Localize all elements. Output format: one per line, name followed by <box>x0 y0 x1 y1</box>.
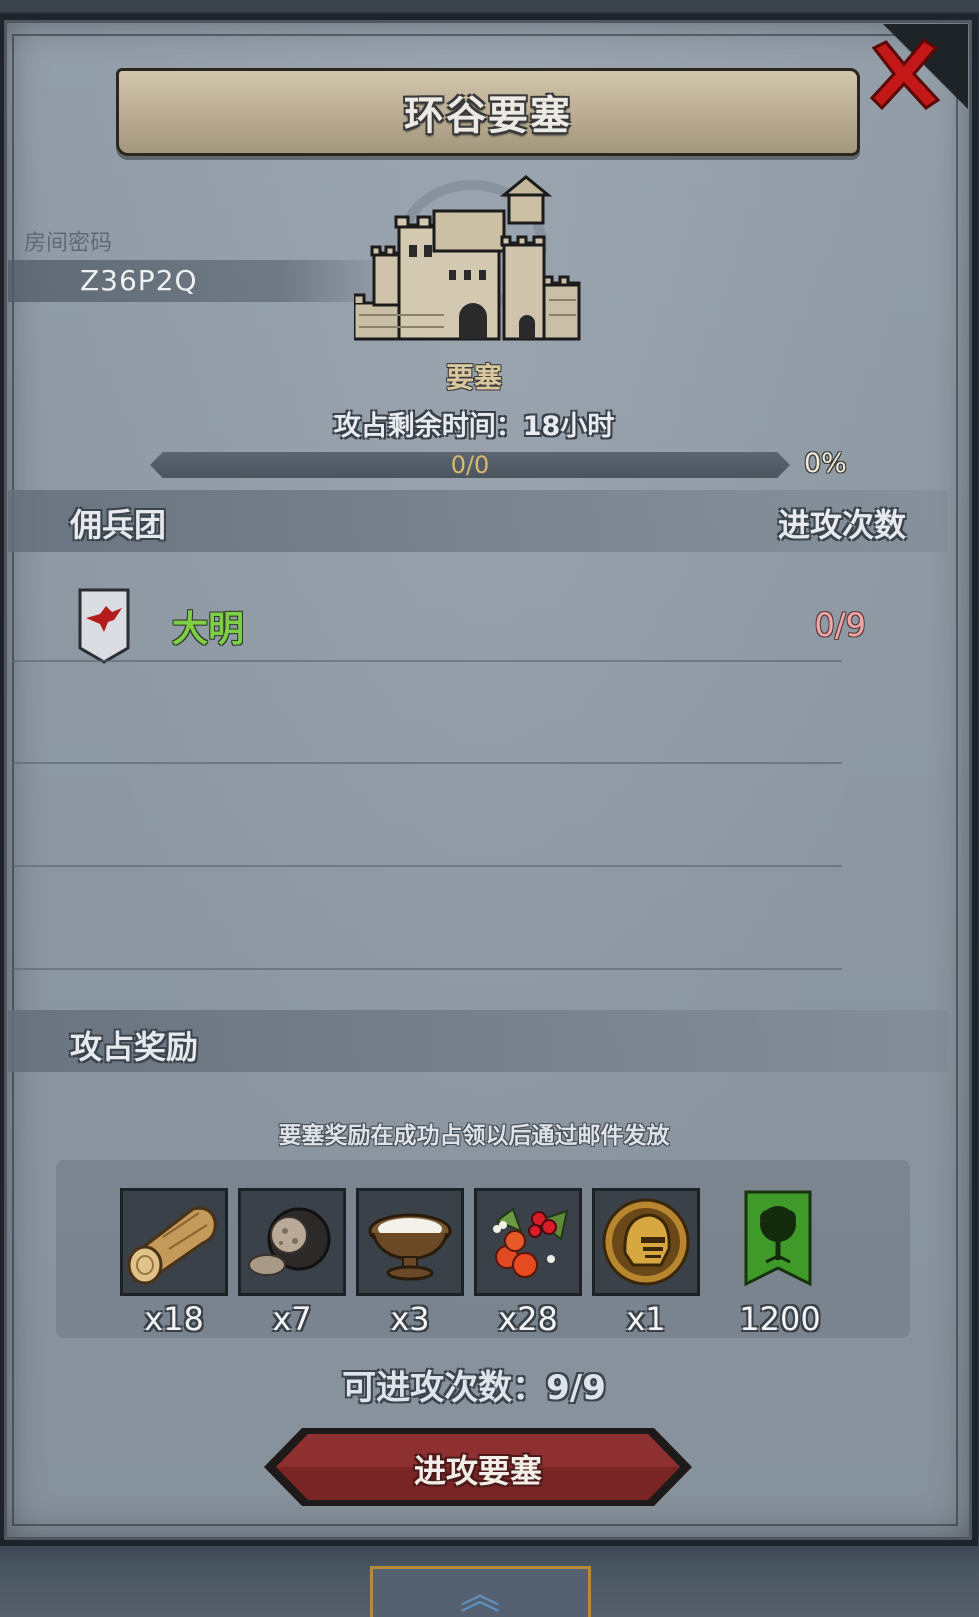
reward-qty: x7 <box>272 1300 312 1338</box>
reward-qty: x1 <box>626 1300 666 1338</box>
capture-progress-text: 0/0 <box>450 451 490 479</box>
row-divider <box>12 660 842 662</box>
row-divider <box>12 762 842 764</box>
row-divider <box>12 865 842 867</box>
row-divider <box>12 968 842 970</box>
room-code-label: 房间密码 <box>24 231 113 256</box>
truffle-icon <box>241 1191 343 1293</box>
title-banner: 环谷要塞 <box>116 68 860 156</box>
red-bird-shield-icon <box>78 588 130 664</box>
attack-fortress-button[interactable]: 进攻要塞 <box>262 1426 694 1508</box>
attempts-column-header: 进攻次数 <box>777 506 906 544</box>
room-code-value: Z36P2Q <box>80 264 198 297</box>
game-screen: ︽ 环谷要塞 房间密码 Z36P2Q 要塞 攻占剩余时间：18小时 0/0 0%… <box>0 0 979 1617</box>
wood-log-icon <box>123 1191 225 1293</box>
green-tree-banner-icon[interactable] <box>744 1190 812 1294</box>
reward-item-milk[interactable] <box>356 1188 464 1296</box>
rewards-section-title: 攻占奖励 <box>70 1028 199 1066</box>
berries-icon <box>477 1191 579 1293</box>
mercenary-section-title: 佣兵团 <box>70 506 167 544</box>
knight-helmet-coin-icon <box>595 1191 697 1293</box>
close-icon[interactable] <box>864 34 944 114</box>
chevron-icon: ︽ <box>460 1572 500 1617</box>
attack-count: 可进攻次数：9/9 <box>342 1368 606 1408</box>
capture-progress-percent: 0% <box>804 448 847 479</box>
list-item[interactable]: 大明 0/9 <box>4 580 944 670</box>
room-code-strip <box>8 260 398 302</box>
underlying-top-strip <box>0 0 979 12</box>
reward-qty: 1200 <box>739 1300 821 1338</box>
fortress-dialog: 环谷要塞 房间密码 Z36P2Q 要塞 攻占剩余时间：18小时 0/0 0% 佣… <box>0 14 978 1546</box>
milk-bowl-icon <box>359 1191 461 1293</box>
reward-qty: x18 <box>144 1300 204 1338</box>
attack-fortress-label: 进攻要塞 <box>413 1452 542 1490</box>
castle-icon <box>354 175 581 341</box>
capture-progress-bar: 0/0 <box>150 452 790 478</box>
reward-qty: x28 <box>498 1300 558 1338</box>
underlying-bottom-bar: ︽ <box>0 1537 979 1617</box>
reward-item-berries[interactable] <box>474 1188 582 1296</box>
guild-attempts: 0/9 <box>814 606 867 644</box>
reward-item-truffle[interactable] <box>238 1188 346 1296</box>
guild-name: 大明 <box>172 609 245 650</box>
close-button[interactable] <box>864 34 944 114</box>
page-title: 环谷要塞 <box>404 93 572 139</box>
reward-item-helmet-coin[interactable] <box>592 1188 700 1296</box>
reward-item-wood[interactable] <box>120 1188 228 1296</box>
reward-qty: x3 <box>390 1300 430 1338</box>
remaining-time: 攻占剩余时间：18小时 <box>333 411 615 442</box>
fortress-type-label: 要塞 <box>445 361 502 394</box>
reward-note: 要塞奖励在成功占领以后通过邮件发放 <box>278 1123 670 1149</box>
